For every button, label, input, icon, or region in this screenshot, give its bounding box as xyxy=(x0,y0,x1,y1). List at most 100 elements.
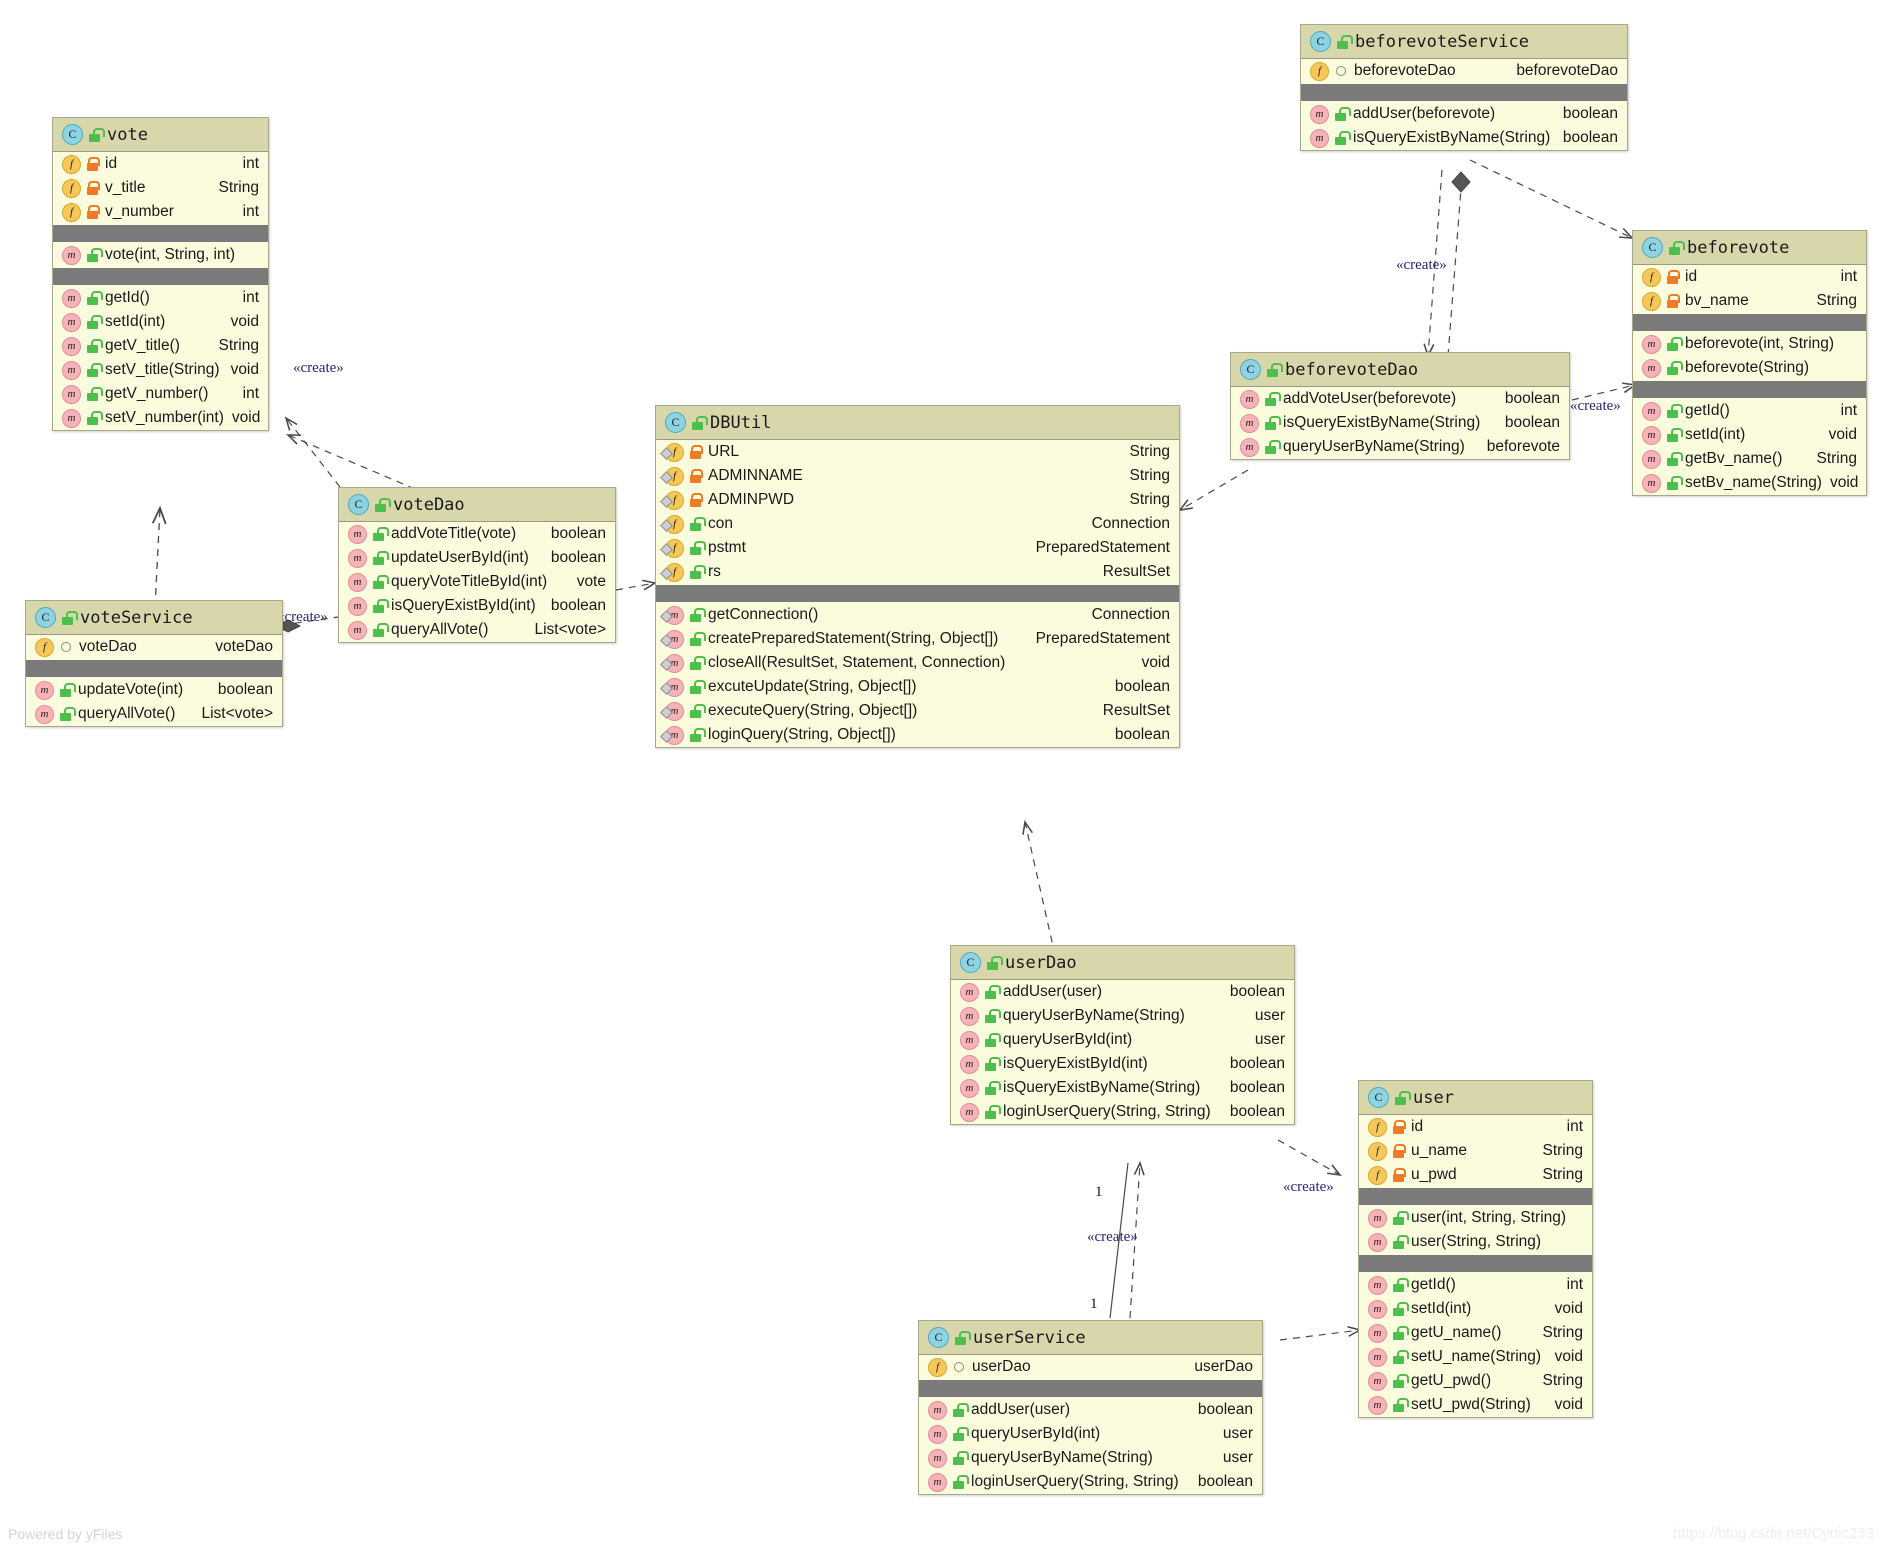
field-row[interactable]: f con Connection xyxy=(656,512,1179,536)
method-row[interactable]: m isQueryExistById(int) boolean xyxy=(951,1052,1294,1076)
class-box-vote[interactable]: C vote f id int f v_title String f v_number in… xyxy=(52,117,269,431)
field-row[interactable]: f id int xyxy=(53,152,268,176)
method-row[interactable]: m isQueryExistById(int) boolean xyxy=(339,594,615,618)
method-row[interactable]: m addUser(user) boolean xyxy=(951,980,1294,1004)
class-title-beforevotedao: C beforevoteDao xyxy=(1231,353,1569,387)
method-row[interactable]: m addVoteTitle(vote) boolean xyxy=(339,522,615,546)
compartment-separator xyxy=(656,584,1179,603)
field-row[interactable]: f userDao userDao xyxy=(919,1355,1262,1379)
method-row[interactable]: m getId() int xyxy=(53,286,268,310)
method-icon: m xyxy=(1368,1232,1387,1252)
constructor-row[interactable]: m user(String, String) xyxy=(1359,1230,1592,1254)
class-box-votedao[interactable]: C voteDao m addVoteTitle(vote) boolean m up… xyxy=(338,487,616,643)
member-type: int xyxy=(242,155,259,172)
method-row[interactable]: m getId() int xyxy=(1359,1273,1592,1297)
field-row[interactable]: f URL String xyxy=(656,440,1179,464)
method-row[interactable]: m queryVoteTitleById(int) vote xyxy=(339,570,615,594)
field-row[interactable]: f u_name String xyxy=(1359,1139,1592,1163)
method-row[interactable]: m excuteUpdate(String, Object[]) boolean xyxy=(656,675,1179,699)
public-lock-icon xyxy=(1392,1278,1409,1292)
method-row[interactable]: m addUser(beforevote) boolean xyxy=(1301,102,1627,126)
public-lock-icon xyxy=(689,680,706,694)
method-row[interactable]: m queryAllVote() List<vote> xyxy=(339,618,615,642)
method-row[interactable]: m setU_pwd(String) void xyxy=(1359,1393,1592,1417)
class-box-dbutil[interactable]: C DBUtil f URL String f ADMINNAME String f AD… xyxy=(655,405,1180,748)
constructor-row[interactable]: m user(int, String, String) xyxy=(1359,1206,1592,1230)
constructor-row[interactable]: m beforevote(int, String) xyxy=(1633,332,1866,356)
field-row[interactable]: f v_number int xyxy=(53,200,268,224)
method-row[interactable]: m addVoteUser(beforevote) boolean xyxy=(1231,387,1569,411)
method-row[interactable]: m setU_name(String) void xyxy=(1359,1345,1592,1369)
method-row[interactable]: m getU_pwd() String xyxy=(1359,1369,1592,1393)
method-icon: m xyxy=(348,572,367,592)
method-row[interactable]: m updateUserById(int) boolean xyxy=(339,546,615,570)
static-method-icon: m xyxy=(665,605,684,625)
class-box-userservice[interactable]: C userService f userDao userDao m addUser(u… xyxy=(918,1320,1263,1495)
member-name: getId() xyxy=(105,289,150,306)
method-row[interactable]: m isQueryExistByName(String) boolean xyxy=(1301,126,1627,150)
method-row[interactable]: m setId(int) void xyxy=(1633,423,1866,447)
method-row[interactable]: m getConnection() Connection xyxy=(656,603,1179,627)
field-row[interactable]: f voteDao voteDao xyxy=(26,635,282,659)
member-name: loginUserQuery(String, String) xyxy=(1003,1103,1211,1120)
field-row[interactable]: f v_title String xyxy=(53,176,268,200)
method-row[interactable]: m updateVote(int) boolean xyxy=(26,678,282,702)
field-icon: f xyxy=(62,178,81,198)
method-row[interactable]: m queryUserByName(String) beforevote xyxy=(1231,435,1569,459)
class-box-voteservice[interactable]: C voteService f voteDao voteDao m updateVot… xyxy=(25,600,283,727)
class-box-user[interactable]: C user f id int f u_name String f u_pwd String… xyxy=(1358,1080,1593,1418)
method-row[interactable]: m isQueryExistByName(String) boolean xyxy=(951,1076,1294,1100)
field-row[interactable]: f ADMINNAME String xyxy=(656,464,1179,488)
member-name: setV_title(String) xyxy=(105,361,220,378)
method-icon: m xyxy=(35,680,54,700)
method-row[interactable]: m queryAllVote() List<vote> xyxy=(26,702,282,726)
method-row[interactable]: m queryUserById(int) user xyxy=(951,1028,1294,1052)
method-row[interactable]: m loginUserQuery(String, String) boolean xyxy=(919,1470,1262,1494)
method-row[interactable]: m addUser(user) boolean xyxy=(919,1398,1262,1422)
field-row[interactable]: f ADMINPWD String xyxy=(656,488,1179,512)
method-icon: m xyxy=(62,288,81,308)
method-row[interactable]: m loginUserQuery(String, String) boolean xyxy=(951,1100,1294,1124)
method-row[interactable]: m setId(int) void xyxy=(1359,1297,1592,1321)
field-row[interactable]: f id int xyxy=(1359,1115,1592,1139)
constructor-row[interactable]: m vote(int, String, int) xyxy=(53,243,268,267)
method-row[interactable]: m setBv_name(String) void xyxy=(1633,471,1866,495)
method-row[interactable]: m setV_number(int) void xyxy=(53,406,268,430)
member-name: getId() xyxy=(1685,402,1730,419)
class-box-beforevoteservice[interactable]: C beforevoteService f beforevoteDao before… xyxy=(1300,24,1628,151)
field-row[interactable]: f beforevoteDao beforevoteDao xyxy=(1301,59,1627,83)
class-box-userdao[interactable]: C userDao m addUser(user) boolean m queryUs… xyxy=(950,945,1295,1125)
member-type: String xyxy=(1542,1324,1584,1341)
method-row[interactable]: m queryUserByName(String) user xyxy=(951,1004,1294,1028)
field-row[interactable]: f id int xyxy=(1633,265,1866,289)
method-row[interactable]: m getId() int xyxy=(1633,399,1866,423)
public-lock-icon xyxy=(984,985,1001,999)
field-row[interactable]: f bv_name String xyxy=(1633,289,1866,313)
method-row[interactable]: m setV_title(String) void xyxy=(53,358,268,382)
method-row[interactable]: m isQueryExistByName(String) boolean xyxy=(1231,411,1569,435)
method-row[interactable]: m setId(int) void xyxy=(53,310,268,334)
method-row[interactable]: m getBv_name() String xyxy=(1633,447,1866,471)
public-lock-icon xyxy=(1392,1235,1409,1249)
method-icon: m xyxy=(928,1472,947,1492)
field-row[interactable]: f u_pwd String xyxy=(1359,1163,1592,1187)
field-row[interactable]: f rs ResultSet xyxy=(656,560,1179,584)
method-row[interactable]: m executeQuery(String, Object[]) ResultSet xyxy=(656,699,1179,723)
method-row[interactable]: m getU_name() String xyxy=(1359,1321,1592,1345)
member-type: void xyxy=(1828,426,1857,443)
member-name: id xyxy=(105,155,118,172)
method-row[interactable]: m getV_title() String xyxy=(53,334,268,358)
constructor-row[interactable]: m beforevote(String) xyxy=(1633,356,1866,380)
class-box-beforevote[interactable]: C beforevote f id int f bv_name String m befo… xyxy=(1632,230,1867,496)
field-row[interactable]: f pstmt PreparedStatement xyxy=(656,536,1179,560)
class-box-beforevotedao[interactable]: C beforevoteDao m addVoteUser(beforevote)… xyxy=(1230,352,1570,460)
method-row[interactable]: m queryUserByName(String) user xyxy=(919,1446,1262,1470)
method-row[interactable]: m getV_number() int xyxy=(53,382,268,406)
method-row[interactable]: m closeAll(ResultSet, Statement, Connecti… xyxy=(656,651,1179,675)
member-type: boolean xyxy=(550,597,606,614)
method-row[interactable]: m loginQuery(String, Object[]) boolean xyxy=(656,723,1179,747)
method-row[interactable]: m createPreparedStatement(String, Object[… xyxy=(656,627,1179,651)
method-row[interactable]: m queryUserById(int) user xyxy=(919,1422,1262,1446)
class-name: beforevoteService xyxy=(1355,31,1529,52)
member-name: setId(int) xyxy=(1411,1300,1472,1317)
